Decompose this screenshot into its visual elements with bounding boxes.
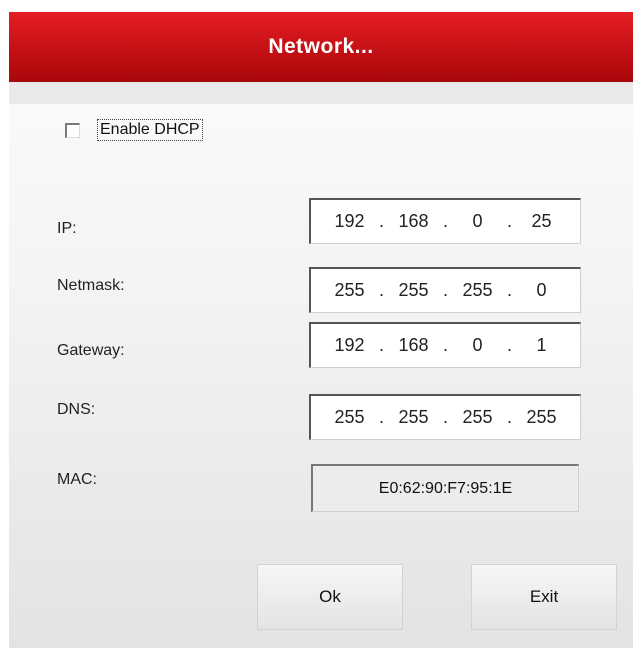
gateway-label: Gateway: [57, 342, 125, 359]
gateway-octet-1[interactable]: 192 [329, 335, 371, 356]
gateway-input[interactable]: 192. 168. 0. 1 [309, 322, 581, 368]
ok-button[interactable]: Ok [257, 564, 403, 630]
gateway-octet-2[interactable]: 168 [393, 335, 435, 356]
netmask-separator: . [506, 280, 512, 300]
gateway-octet-3[interactable]: 0 [457, 335, 499, 356]
ip-address-input[interactable]: 192. 168. 0. 25 [309, 198, 581, 244]
netmask-input[interactable]: 255. 255. 255. 0 [309, 267, 581, 313]
netmask-label: Netmask: [57, 277, 125, 294]
dns-octet-1[interactable]: 255 [329, 407, 371, 428]
dns-octet-4[interactable]: 255 [521, 407, 563, 428]
enable-dhcp-label[interactable]: Enable DHCP [97, 119, 203, 141]
netmask-separator: . [442, 280, 448, 300]
dialog-title: Network... [268, 35, 374, 58]
mac-label: MAC: [57, 471, 97, 488]
dns-octet-2[interactable]: 255 [393, 407, 435, 428]
ip-label: IP: [57, 220, 77, 237]
dns-separator: . [378, 407, 384, 427]
ip-separator: . [378, 211, 384, 231]
dns-label: DNS: [57, 401, 96, 418]
network-dialog: Network... Enable DHCP IP: 192. 168. 0. 25 … [9, 12, 633, 648]
netmask-separator: . [378, 280, 384, 300]
ip-separator: . [442, 211, 448, 231]
ip-octet-4[interactable]: 25 [521, 211, 563, 232]
ip-octet-3[interactable]: 0 [457, 211, 499, 232]
mac-address-field: E0:62:90:F7:95:1E [311, 464, 579, 512]
gateway-separator: . [378, 335, 384, 355]
gateway-separator: . [442, 335, 448, 355]
exit-button[interactable]: Exit [471, 564, 617, 630]
netmask-octet-1[interactable]: 255 [329, 280, 371, 301]
dns-separator: . [442, 407, 448, 427]
ip-separator: . [506, 211, 512, 231]
gateway-separator: . [506, 335, 512, 355]
ip-octet-2[interactable]: 168 [393, 211, 435, 232]
gateway-octet-4[interactable]: 1 [521, 335, 563, 356]
ip-octet-1[interactable]: 192 [329, 211, 371, 232]
title-bar: Network... [9, 12, 633, 82]
dns-octet-3[interactable]: 255 [457, 407, 499, 428]
netmask-octet-2[interactable]: 255 [393, 280, 435, 301]
enable-dhcp-checkbox[interactable] [65, 123, 80, 138]
netmask-octet-4[interactable]: 0 [521, 280, 563, 301]
netmask-octet-3[interactable]: 255 [457, 280, 499, 301]
dns-separator: . [506, 407, 512, 427]
title-divider [9, 82, 633, 104]
dns-input[interactable]: 255. 255. 255. 255 [309, 394, 581, 440]
